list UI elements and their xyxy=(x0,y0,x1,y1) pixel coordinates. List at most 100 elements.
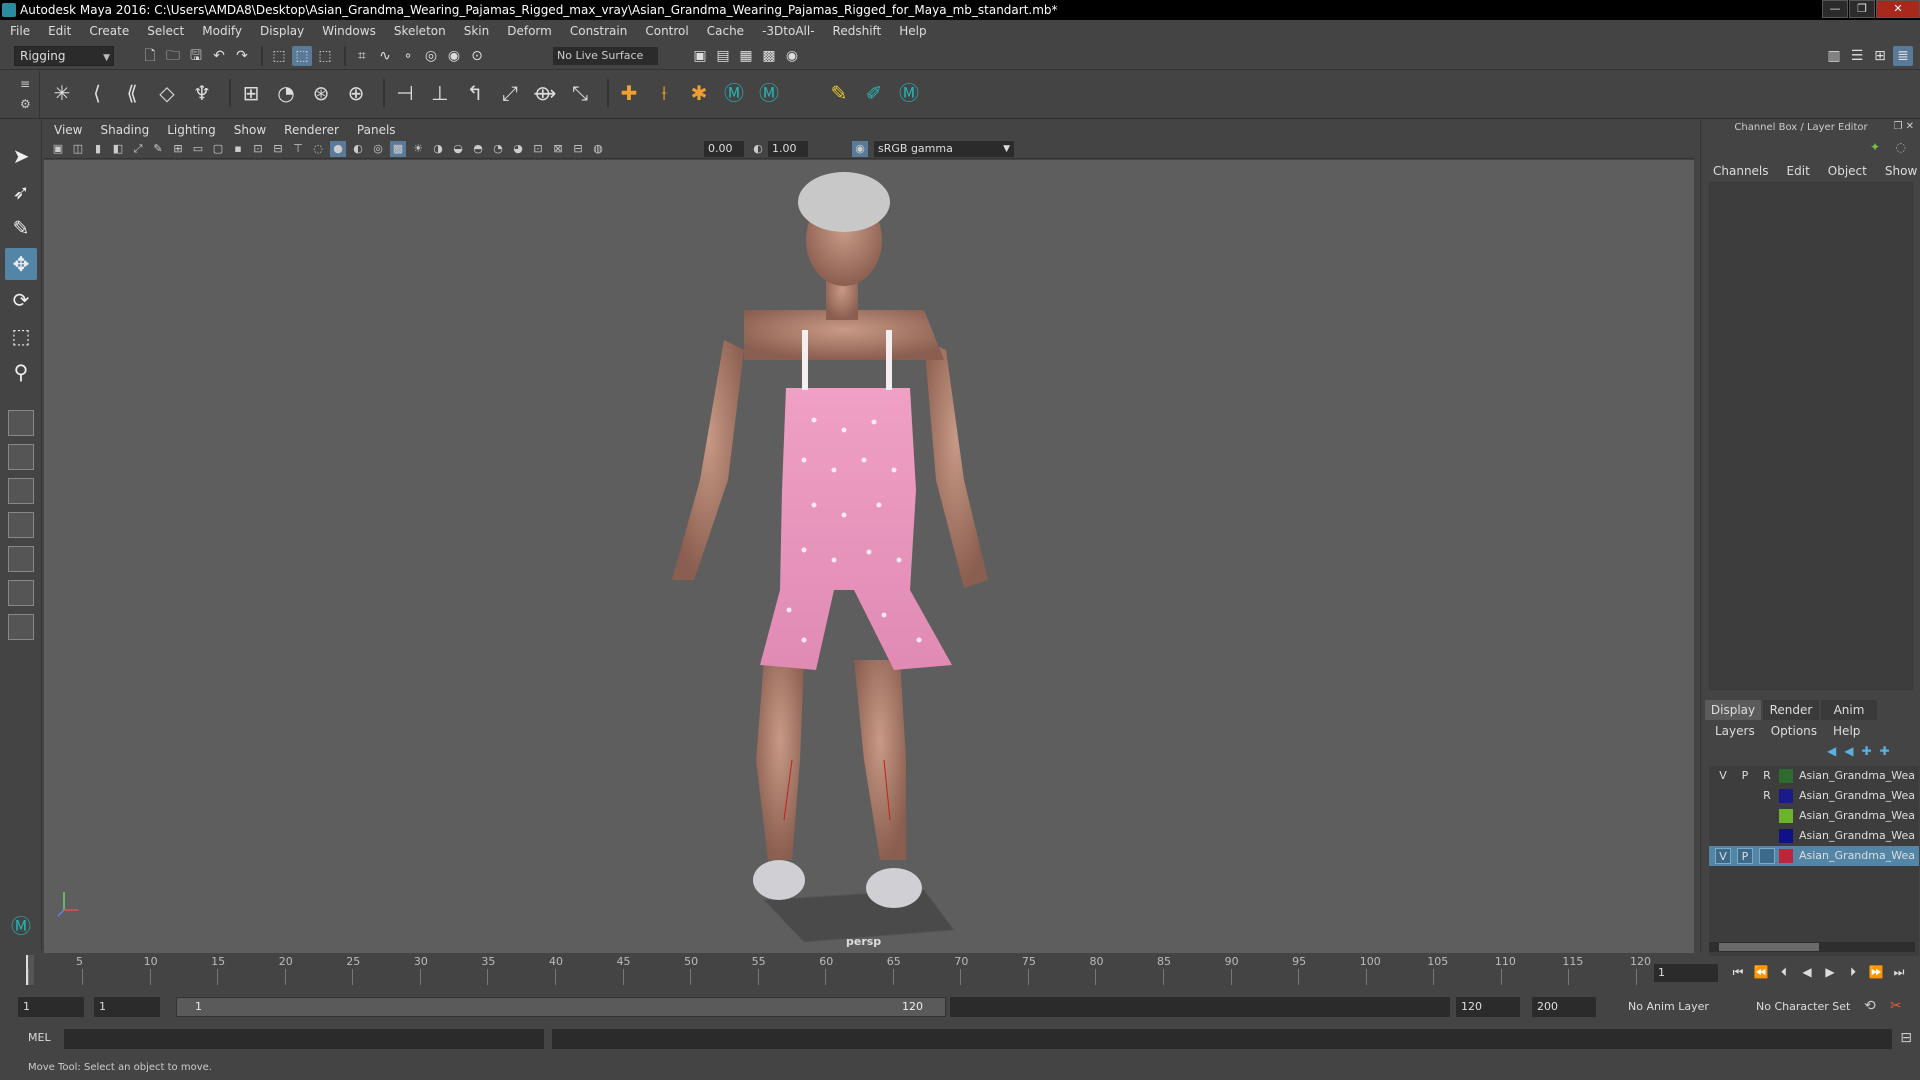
tab-display[interactable]: Display xyxy=(1705,700,1761,720)
gate-mask-icon[interactable]: ▪ xyxy=(230,141,246,157)
panel-menu-shading[interactable]: Shading xyxy=(100,123,149,137)
live-surface-field[interactable]: No Live Surface xyxy=(553,47,658,65)
locator-icon[interactable]: ✚ xyxy=(615,79,643,107)
character-set-dropdown[interactable]: No Character Set xyxy=(1752,997,1862,1017)
aim-constraint-icon[interactable]: ⊥ xyxy=(426,79,454,107)
bind-skin-icon[interactable]: ⊞ xyxy=(237,79,265,107)
layer-reference[interactable] xyxy=(1759,848,1775,864)
anti-alias-icon[interactable]: ◔ xyxy=(490,141,506,157)
range-track[interactable] xyxy=(950,997,1450,1017)
isolate-select-icon[interactable]: ⊡ xyxy=(530,141,546,157)
select-component-icon[interactable]: ⬚ xyxy=(315,46,335,66)
current-frame-field[interactable]: 1 xyxy=(1654,964,1718,982)
time-slider[interactable]: 5 10 15 20 25 30 35 40 45 50 55 60 65 70 75 80 85 90 95 100… xyxy=(20,955,1690,985)
panel-menu-renderer[interactable]: Renderer xyxy=(284,123,339,137)
graph-layout-button[interactable] xyxy=(8,546,34,572)
menu-file[interactable]: File xyxy=(10,24,30,38)
float-close-icons[interactable]: ❐ ✕ xyxy=(1893,121,1914,132)
new-scene-icon[interactable]: 🗋 xyxy=(140,46,160,66)
auto-key-icon[interactable]: ⟲ xyxy=(1864,998,1876,1014)
menu-modify[interactable]: Modify xyxy=(202,24,242,38)
parent-constraint-icon[interactable]: ⟴ xyxy=(531,79,559,107)
shadows-icon[interactable]: ◑ xyxy=(430,141,446,157)
layer-playback[interactable] xyxy=(1737,788,1753,804)
close-button[interactable]: ✕ xyxy=(1876,0,1920,18)
redo-icon[interactable]: ↷ xyxy=(232,46,252,66)
panel-menu-panels[interactable]: Panels xyxy=(357,123,396,137)
hypershade-icon[interactable]: ▩ xyxy=(759,46,779,66)
ik-spline-icon[interactable]: ⟪ xyxy=(118,79,146,107)
menu-windows[interactable]: Windows xyxy=(322,24,376,38)
tab-anim[interactable]: Anim xyxy=(1821,700,1877,720)
new-layer-selected-icon[interactable]: ✚ xyxy=(1880,744,1890,758)
menu-help[interactable]: Help xyxy=(899,24,926,38)
undo-icon[interactable]: ↶ xyxy=(209,46,229,66)
ik-handle-icon[interactable]: ⟨ xyxy=(83,79,111,107)
outliner-layout-button[interactable] xyxy=(8,512,34,538)
script-editor-icon[interactable]: ⊟ xyxy=(1900,1030,1912,1046)
step-forward-key-icon[interactable]: ⏵ xyxy=(1843,962,1863,982)
attribute-editor-icon[interactable]: ☰ xyxy=(1847,46,1867,66)
bookmark-icon[interactable]: ▮ xyxy=(90,141,106,157)
tab-render[interactable]: Render xyxy=(1763,700,1819,720)
scrollbar-thumb[interactable] xyxy=(1719,943,1819,951)
select-hierarchy-icon[interactable]: ⬚ xyxy=(269,46,289,66)
layer-visibility[interactable]: V xyxy=(1715,768,1731,784)
use-all-lights-icon[interactable]: ☀ xyxy=(410,141,426,157)
menu-redshift[interactable]: Redshift xyxy=(833,24,882,38)
snap-point-icon[interactable]: ∘ xyxy=(398,46,418,66)
safe-action-icon[interactable]: ⊟ xyxy=(270,141,286,157)
image-plane-icon[interactable]: ◧ xyxy=(110,141,126,157)
layer-help-menu[interactable]: Help xyxy=(1833,724,1860,738)
layers-menu[interactable]: Layers xyxy=(1715,724,1755,738)
human-ik-icon[interactable]: ✱ xyxy=(685,79,713,107)
play-backward-icon[interactable]: ◀ xyxy=(1797,962,1817,982)
menu-select[interactable]: Select xyxy=(147,24,184,38)
render-view-icon[interactable]: ◉ xyxy=(782,46,802,66)
layer-name[interactable]: Asian_Grandma_Wearing_Pajamas xyxy=(1799,806,1915,826)
gamma-field[interactable]: 1.00 xyxy=(768,141,808,157)
create-joint-icon[interactable]: ✳ xyxy=(48,79,76,107)
layer-visibility[interactable] xyxy=(1715,788,1731,804)
render-frame-icon[interactable]: ▣ xyxy=(690,46,710,66)
menu-3dtoall[interactable]: -3DtoAll- xyxy=(762,24,814,38)
layer-reference[interactable] xyxy=(1759,808,1775,824)
snap-surface-icon[interactable]: ◉ xyxy=(444,46,464,66)
orient-joint-icon[interactable]: ♆ xyxy=(188,79,216,107)
single-pane-layout-button[interactable] xyxy=(8,410,34,436)
layer-visibility[interactable] xyxy=(1715,808,1731,824)
go-to-start-icon[interactable]: ⏮ xyxy=(1728,962,1748,982)
options-menu[interactable]: Options xyxy=(1771,724,1817,738)
shelf-settings-icon[interactable]: ⚙ xyxy=(20,97,31,111)
object-menu[interactable]: Object xyxy=(1828,164,1867,178)
ipr-render-icon[interactable]: ▤ xyxy=(713,46,733,66)
layer-list-scrollbar[interactable] xyxy=(1709,942,1915,952)
layer-reference[interactable]: R xyxy=(1759,768,1775,784)
point-constraint-icon[interactable]: ⊣ xyxy=(391,79,419,107)
layer-name[interactable]: Asian_Grandma_Wearing_Pajamas xyxy=(1799,786,1915,806)
new-layer-icon[interactable]: ✚ xyxy=(1861,744,1871,758)
scale-tool-icon[interactable]: ⬚ xyxy=(5,320,37,352)
panel-menu-lighting[interactable]: Lighting xyxy=(167,123,216,137)
view-transform-dropdown[interactable]: sRGB gamma ▼ xyxy=(874,141,1014,157)
layer-name[interactable]: Asian_Grandma_Wearing_Pajamas xyxy=(1799,766,1915,786)
animation-start-field[interactable]: 1 xyxy=(18,997,84,1017)
select-tool-icon[interactable]: ➤ xyxy=(5,140,37,172)
tool-settings-icon[interactable]: ⊞ xyxy=(1870,46,1890,66)
last-tool-icon[interactable]: ⚲ xyxy=(5,356,37,388)
sculpt-tool-icon[interactable]: ✐ xyxy=(860,79,888,107)
lasso-tool-icon[interactable]: ➶ xyxy=(5,176,37,208)
go-to-end-icon[interactable]: ⏭ xyxy=(1889,962,1909,982)
scale-constraint-icon[interactable]: ⤢ xyxy=(496,79,524,107)
layer-color-swatch[interactable] xyxy=(1779,809,1793,823)
layer-name[interactable]: Asian_Grandma_Wearing_Pajamas xyxy=(1799,826,1915,846)
maya-script-2-icon[interactable]: Ⓜ xyxy=(755,79,783,107)
resolution-gate-icon[interactable]: ▢ xyxy=(210,141,226,157)
layer-playback[interactable]: P xyxy=(1737,848,1753,864)
snap-grid-icon[interactable]: ⌗ xyxy=(352,46,372,66)
camera-attributes-icon[interactable]: ◫ xyxy=(70,141,86,157)
maximize-button[interactable]: ❐ xyxy=(1849,0,1875,18)
snap-curve-icon[interactable]: ∿ xyxy=(375,46,395,66)
step-back-key-icon[interactable]: ⏴ xyxy=(1774,962,1794,982)
layer-color-swatch[interactable] xyxy=(1779,849,1793,863)
